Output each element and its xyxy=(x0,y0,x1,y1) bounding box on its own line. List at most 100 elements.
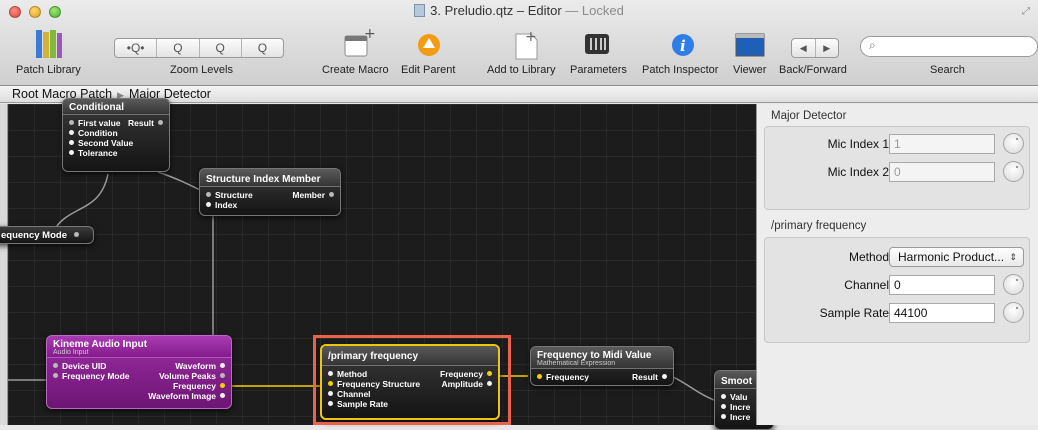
primary-frequency-group-title: /primary frequency xyxy=(771,220,867,232)
viewer-label: Viewer xyxy=(733,64,767,76)
conditional-node[interactable]: Conditional First value Result Condition… xyxy=(62,98,170,172)
sample-rate-field[interactable]: 44100 xyxy=(889,303,995,323)
input-port-icon[interactable] xyxy=(206,192,211,197)
viewer-button[interactable] xyxy=(734,28,766,63)
selection-highlight-frame xyxy=(313,335,511,425)
output-port-icon[interactable] xyxy=(220,393,225,398)
canvas-left-edge xyxy=(0,104,8,425)
channel-label: Channel xyxy=(844,278,889,292)
zoom-levels-control[interactable]: •Q• Q Q Q xyxy=(114,38,284,58)
wire-midi-to-smooth xyxy=(672,376,715,401)
frequency-mode-title: equency Mode xyxy=(1,230,67,241)
forward-button[interactable]: ▶ xyxy=(816,39,839,57)
svg-text:i: i xyxy=(680,37,686,55)
search-field[interactable]: ⌕ xyxy=(860,36,1038,57)
port-label: Condition xyxy=(78,128,118,138)
input-port-icon[interactable] xyxy=(53,363,58,368)
viewer-icon xyxy=(735,33,765,57)
channel-knob[interactable] xyxy=(1003,274,1024,295)
fullscreen-icon[interactable]: ⤢ xyxy=(1022,6,1030,17)
zoom-actual-button[interactable]: Q xyxy=(200,39,242,57)
mic-index-2-knob[interactable] xyxy=(1003,161,1024,182)
channel-row: Channel 0 xyxy=(765,274,1031,296)
port-label: Valu xyxy=(730,392,748,402)
input-port-icon[interactable] xyxy=(537,374,542,379)
wire-conditional-mode xyxy=(52,173,109,233)
port-label: Volume Peaks xyxy=(158,371,216,381)
parameters-label: Parameters xyxy=(570,64,627,76)
edit-parent-button[interactable] xyxy=(414,28,444,65)
output-port-icon[interactable] xyxy=(220,373,225,378)
search-input[interactable] xyxy=(883,39,1033,54)
parameters-icon xyxy=(585,34,609,54)
mic-index-2-row: Mic Index 2 0 xyxy=(765,161,1031,183)
mic-index-1-row: Mic Index 1 1 xyxy=(765,133,1031,155)
edit-parent-icon xyxy=(418,34,440,56)
port-label: Frequency xyxy=(173,381,216,391)
zoom-out-button[interactable]: Q xyxy=(157,39,200,57)
output-port-icon[interactable] xyxy=(662,374,667,379)
back-forward-label: Back/Forward xyxy=(779,64,847,76)
kineme-node-subtitle: Audio Input xyxy=(53,349,89,356)
structure-index-member-node[interactable]: Structure Index Member Structure Member … xyxy=(199,168,341,216)
frequency-to-midi-node[interactable]: Frequency to Midi Value Mathematical Exp… xyxy=(530,346,674,386)
port-label: Incre xyxy=(730,402,751,412)
major-detector-group-title: Major Detector xyxy=(771,110,847,122)
method-value: Harmonic Product... xyxy=(898,250,1005,264)
sample-rate-knob[interactable] xyxy=(1003,302,1024,323)
back-button[interactable]: ◀ xyxy=(792,39,816,57)
input-port-icon[interactable] xyxy=(721,404,726,409)
patch-inspector-button[interactable]: i xyxy=(668,28,698,63)
svg-text:+: + xyxy=(525,29,537,45)
popup-arrows-icon: ⇕ xyxy=(1009,252,1017,262)
port-label: Waveform Image xyxy=(148,391,216,401)
input-port-icon[interactable] xyxy=(69,140,74,145)
input-port-icon[interactable] xyxy=(69,130,74,135)
sample-rate-row: Sample Rate 44100 xyxy=(765,302,1031,324)
port-label: Index xyxy=(215,200,238,210)
svg-text:+: + xyxy=(364,28,376,42)
input-port-icon[interactable] xyxy=(69,120,74,125)
output-port-icon[interactable] xyxy=(220,363,225,368)
port-label: Frequency xyxy=(546,372,589,382)
add-to-library-label: Add to Library xyxy=(487,64,556,76)
input-port-icon[interactable] xyxy=(206,202,211,207)
mic-index-1-field[interactable]: 1 xyxy=(889,134,995,154)
frequency-mode-node[interactable]: equency Mode xyxy=(0,226,94,244)
patch-library-button[interactable] xyxy=(34,28,64,65)
parameters-panel: Major Detector Mic Index 1 1 Mic Index 2… xyxy=(756,104,1038,425)
create-macro-label: Create Macro xyxy=(322,64,389,76)
input-port-icon[interactable] xyxy=(721,394,726,399)
mic-index-1-knob[interactable] xyxy=(1003,133,1024,154)
port-label: Tolerance xyxy=(78,148,118,158)
input-port-icon[interactable] xyxy=(53,373,58,378)
add-to-library-button[interactable]: + xyxy=(511,28,541,67)
output-port-icon[interactable] xyxy=(220,383,225,388)
primary-frequency-group: Method Harmonic Product... ⇕ Channel 0 S… xyxy=(764,237,1030,343)
parameters-button[interactable] xyxy=(584,28,610,63)
port-label: Incre xyxy=(730,412,751,422)
back-forward-control[interactable]: ◀ ▶ xyxy=(791,38,839,58)
output-port-icon[interactable] xyxy=(158,120,163,125)
edit-parent-label: Edit Parent xyxy=(401,64,456,76)
patch-library-label: Patch Library xyxy=(16,64,81,76)
create-macro-button[interactable]: + xyxy=(342,26,376,65)
mic-index-2-field[interactable]: 0 xyxy=(889,162,995,182)
port-label: Structure xyxy=(215,190,253,200)
zoom-fit-button[interactable]: •Q• xyxy=(115,39,158,57)
method-label: Method xyxy=(848,250,889,264)
input-port-icon[interactable] xyxy=(69,150,74,155)
port-label: Waveform xyxy=(175,361,216,371)
frequency-to-midi-subtitle: Mathematical Expression xyxy=(537,360,616,367)
kineme-audio-input-node[interactable]: Kineme Audio Input Audio Input Device UI… xyxy=(46,335,232,409)
port-label: Result xyxy=(632,372,658,382)
input-port-icon[interactable] xyxy=(721,414,726,419)
zoom-in-button[interactable]: Q xyxy=(242,39,283,57)
wire-conditional-index xyxy=(157,171,205,193)
method-popup[interactable]: Harmonic Product... ⇕ xyxy=(889,247,1024,267)
output-port-icon[interactable] xyxy=(329,192,334,197)
output-port-icon[interactable] xyxy=(73,232,79,237)
window-toolbar: 3. Preludio.qtz – Editor — Locked ⤢ Patc… xyxy=(0,0,1038,86)
channel-field[interactable]: 0 xyxy=(889,275,995,295)
document-icon xyxy=(414,4,426,17)
